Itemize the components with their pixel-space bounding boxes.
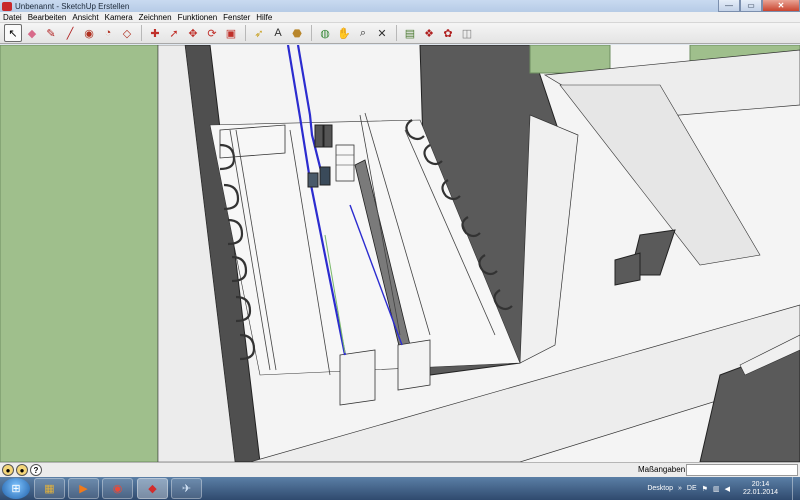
clock[interactable]: 20:14 22.01.2014 xyxy=(738,481,778,497)
main-toolbar: ↖ ◆ ✎ ╱ ◉ ◔ ◇ ✚ ➚ ✥ ⟳ ▣ ➶ A ⬣ ◍ ✋ ⌕ ✕ ▤ ❖ ✿ ◫ xyxy=(0,23,800,44)
drawing-viewport[interactable] xyxy=(0,45,800,462)
taskbar-mediaplayer-icon[interactable]: ▶ xyxy=(68,478,99,499)
zoom-extents-icon[interactable]: ✕ xyxy=(373,24,391,42)
system-tray: Desktop » DE ⚑ ▥ ◀ 20:14 22.01.2014 xyxy=(642,477,800,500)
zoom-tool-icon[interactable]: ⌕ xyxy=(354,24,372,42)
rectangle-tool-icon[interactable]: ◇ xyxy=(118,24,136,42)
status-bar: ● ● ? Maßangaben xyxy=(0,462,800,477)
clock-time: 20:14 xyxy=(751,480,770,488)
paint-bucket-icon[interactable]: ⬣ xyxy=(288,24,306,42)
move-tool-icon[interactable]: ✥ xyxy=(184,24,202,42)
pan-tool-icon[interactable]: ✋ xyxy=(335,24,353,42)
toolbar-separator xyxy=(396,25,397,41)
title-bar: Unbenannt - SketchUp Erstellen — ▭ ✕ xyxy=(0,0,800,12)
scale-tool-icon[interactable]: ▣ xyxy=(222,24,240,42)
orbit-tool-icon[interactable]: ◍ xyxy=(316,24,334,42)
taskbar-chrome-icon[interactable]: ◉ xyxy=(102,478,133,499)
taskbar-app-icon[interactable]: ✈ xyxy=(171,478,202,499)
components-icon[interactable]: ❖ xyxy=(420,24,438,42)
divider-end-left xyxy=(339,349,376,406)
windows-taskbar: ⊞ Desktop » DE ⚑ ▥ ◀ 20:14 22.01.2014 ▦ ▶… xyxy=(0,477,800,500)
follow-me-tool-icon[interactable]: ➚ xyxy=(165,24,183,42)
model-view[interactable] xyxy=(0,45,800,462)
network-icon[interactable]: ▥ xyxy=(713,485,720,493)
circle-tool-icon[interactable]: ◉ xyxy=(80,24,98,42)
menu-ansicht[interactable]: Ansicht xyxy=(69,13,101,22)
chevron-up-icon[interactable]: » xyxy=(678,485,682,492)
toolbar-separator xyxy=(311,25,312,41)
desktop-toolbar-label[interactable]: Desktop xyxy=(647,485,673,492)
eraser-tool-icon[interactable]: ◆ xyxy=(23,24,41,42)
flag-icon[interactable]: ⚑ xyxy=(702,485,708,493)
tape-measure-icon[interactable]: ➶ xyxy=(250,24,268,42)
push-pull-tool-icon[interactable]: ✚ xyxy=(146,24,164,42)
taskbar-explorer-icon[interactable]: ▦ xyxy=(34,478,65,499)
geo-location-icon[interactable]: ● xyxy=(2,464,14,476)
start-button[interactable]: ⊞ xyxy=(2,478,30,499)
send-layout-icon[interactable]: ◫ xyxy=(458,24,476,42)
taskbar-sketchup-icon[interactable]: ◆ xyxy=(137,478,168,499)
measurements-label: Maßangaben xyxy=(638,465,686,474)
select-tool-icon[interactable]: ↖ xyxy=(4,24,22,42)
ground-plane xyxy=(0,45,159,462)
sketchup-app-icon xyxy=(2,1,12,11)
clock-date: 22.01.2014 xyxy=(742,488,778,496)
divider-end-right xyxy=(397,339,431,391)
show-desktop-button[interactable] xyxy=(792,477,800,500)
minimize-button[interactable]: — xyxy=(718,0,740,12)
menu-hilfe[interactable]: Hilfe xyxy=(253,13,275,22)
credits-icon[interactable]: ● xyxy=(16,464,28,476)
menu-bearbeiten[interactable]: Bearbeiten xyxy=(25,13,70,22)
menu-kamera[interactable]: Kamera xyxy=(102,13,136,22)
language-indicator[interactable]: DE xyxy=(687,485,697,492)
text-tool-icon[interactable]: A xyxy=(269,24,287,42)
pencil-tool-icon[interactable]: ✎ xyxy=(42,24,60,42)
measurements-input[interactable] xyxy=(686,464,798,476)
menu-zeichnen[interactable]: Zeichnen xyxy=(136,13,175,22)
warehouse-icon[interactable]: ▤ xyxy=(401,24,419,42)
ground-patch-right xyxy=(529,45,611,74)
window-title: Unbenannt - SketchUp Erstellen xyxy=(15,1,130,11)
toolbar-separator xyxy=(141,25,142,41)
menu-funktionen[interactable]: Funktionen xyxy=(175,13,221,22)
close-button[interactable]: ✕ xyxy=(762,0,800,12)
maximize-button[interactable]: ▭ xyxy=(740,0,762,12)
volume-icon[interactable]: ◀ xyxy=(725,485,730,493)
menu-datei[interactable]: Datei xyxy=(0,13,25,22)
menu-bar: Datei Bearbeiten Ansicht Kamera Zeichnen… xyxy=(0,12,800,23)
help-icon[interactable]: ? xyxy=(30,464,42,476)
line-tool-icon[interactable]: ╱ xyxy=(61,24,79,42)
toolbar-separator xyxy=(245,25,246,41)
rotate-tool-icon[interactable]: ⟳ xyxy=(203,24,221,42)
menu-fenster[interactable]: Fenster xyxy=(220,13,253,22)
extension-icon[interactable]: ✿ xyxy=(439,24,457,42)
arc-tool-icon[interactable]: ◔ xyxy=(99,24,117,42)
